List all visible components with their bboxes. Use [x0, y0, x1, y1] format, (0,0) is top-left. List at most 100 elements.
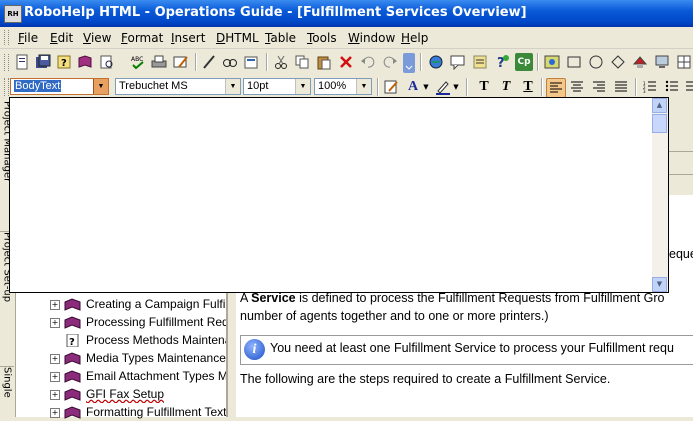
tree-item[interactable]: ? Process Methods Maintenar	[16, 332, 226, 349]
align-center-icon[interactable]	[568, 78, 586, 96]
italic-icon[interactable]: T	[497, 78, 515, 96]
underline-icon[interactable]: T	[519, 78, 537, 96]
style-combo[interactable]: BodyText ▼	[10, 78, 109, 95]
tab-single-source[interactable]: Single	[0, 366, 14, 418]
delete-icon[interactable]	[337, 53, 355, 71]
toolbar-overflow-chevron-icon[interactable]	[403, 53, 415, 73]
image-icon[interactable]	[543, 53, 561, 71]
menu-table[interactable]: Table	[265, 31, 296, 45]
justify-icon[interactable]	[612, 78, 630, 96]
hyperlink-icon[interactable]	[427, 53, 445, 71]
paragraph-service-definition: A Service is defined to process the Fulf…	[240, 291, 665, 305]
book-icon	[64, 352, 81, 365]
menu-grip[interactable]	[4, 30, 9, 45]
align-right-icon[interactable]	[590, 78, 608, 96]
rectangle-icon[interactable]	[565, 53, 583, 71]
menu-file[interactable]: File	[18, 31, 38, 45]
toolbar-grip[interactable]	[4, 54, 9, 71]
chevron-down-icon[interactable]: ▼	[295, 79, 310, 94]
spell-check-icon[interactable]: ABC	[129, 53, 147, 71]
scroll-up-icon[interactable]: ▲	[652, 98, 667, 113]
note-box: i You need at least one Fulfillment Serv…	[240, 335, 693, 365]
svg-text:3: 3	[643, 89, 646, 94]
save-all-icon[interactable]	[34, 53, 52, 71]
help-topic-icon[interactable]: ?	[55, 53, 73, 71]
bullet-list-icon[interactable]	[663, 78, 681, 96]
chevron-down-icon[interactable]: ▼	[93, 79, 108, 94]
app-icon[interactable]: RH	[4, 5, 22, 23]
redo-icon[interactable]	[381, 53, 399, 71]
captivate-icon[interactable]: Cp	[515, 53, 533, 71]
tree-item[interactable]: + Email Attachment Types Mai	[16, 368, 226, 385]
chevron-down-icon[interactable]: ▼	[422, 78, 430, 96]
glossary-icon[interactable]	[471, 53, 489, 71]
expand-icon[interactable]: +	[50, 318, 60, 328]
expand-icon[interactable]: +	[50, 372, 60, 382]
svg-text:?: ?	[61, 58, 67, 69]
menu-format[interactable]: Format	[121, 31, 163, 45]
print-preview-icon[interactable]	[98, 53, 116, 71]
tree-item[interactable]: + Processing Fulfillment Reque	[16, 314, 226, 331]
help-icon[interactable]: ?	[493, 53, 511, 71]
zoom-combo[interactable]: 100% ▼	[314, 78, 372, 95]
polygon-icon[interactable]	[609, 53, 627, 71]
expand-icon[interactable]: +	[50, 354, 60, 364]
pencil-icon[interactable]	[200, 53, 218, 71]
font-size-combo[interactable]: 10pt ▼	[243, 78, 311, 95]
comment-icon[interactable]	[449, 53, 467, 71]
font-combo[interactable]: Trebuchet MS ▼	[115, 78, 241, 95]
hotspot-pencil-icon[interactable]	[172, 53, 190, 71]
new-topic-icon[interactable]	[13, 53, 31, 71]
style-value: BodyText	[14, 80, 62, 92]
styles-icon[interactable]	[382, 78, 400, 96]
style-dropdown-list[interactable]: ▲ ▼	[9, 97, 669, 293]
toolbar-grip[interactable]	[4, 78, 9, 96]
bold-icon[interactable]: T	[475, 78, 493, 96]
numbered-list-icon[interactable]: 123	[641, 78, 659, 96]
menu-view[interactable]: View	[83, 31, 111, 45]
chevron-down-icon[interactable]: ▼	[356, 79, 371, 94]
chevron-down-icon[interactable]: ▼	[452, 78, 460, 96]
menu-insert[interactable]: Insert	[171, 31, 205, 45]
menu-window[interactable]: Window	[348, 31, 395, 45]
hotspot-icon[interactable]	[631, 53, 649, 71]
copy-icon[interactable]	[293, 53, 311, 71]
expand-icon[interactable]: +	[50, 390, 60, 400]
highlight-icon[interactable]	[434, 78, 452, 96]
book-icon	[64, 388, 81, 401]
outdent-icon[interactable]	[685, 78, 693, 96]
book-icon[interactable]	[76, 53, 94, 71]
monitor-icon[interactable]	[653, 53, 671, 71]
ellipse-icon[interactable]	[587, 53, 605, 71]
toolbar-separator	[466, 78, 468, 96]
scroll-down-icon[interactable]: ▼	[652, 277, 667, 292]
book-icon	[64, 406, 81, 419]
tree-item[interactable]: + Formatting Fulfillment Text	[16, 404, 226, 421]
tree-item[interactable]: + GFI Fax Setup	[16, 386, 226, 403]
paste-icon[interactable]	[315, 53, 333, 71]
menu-tools[interactable]: Tools	[307, 31, 337, 45]
clipped-text: eque	[669, 247, 693, 261]
tree-item[interactable]: + Media Types Maintenance	[16, 350, 226, 367]
undo-icon[interactable]	[359, 53, 377, 71]
menu-edit[interactable]: Edit	[50, 31, 73, 45]
find-icon[interactable]	[221, 53, 239, 71]
expand-icon[interactable]: +	[50, 300, 60, 310]
menu-help[interactable]: Help	[401, 31, 428, 45]
dropdown-scrollbar[interactable]: ▲ ▼	[652, 98, 668, 292]
chevron-down-icon[interactable]: ▼	[225, 79, 240, 94]
grid-icon[interactable]	[675, 53, 693, 71]
cut-icon[interactable]	[272, 53, 290, 71]
align-left-icon[interactable]	[546, 78, 566, 98]
info-icon: i	[244, 339, 265, 360]
thesaurus-icon[interactable]	[242, 53, 260, 71]
scroll-thumb[interactable]	[652, 114, 667, 133]
toolbar-separator	[195, 53, 197, 71]
topic-editor[interactable]: A Service is defined to process the Fulf…	[236, 290, 693, 417]
tree-item[interactable]: + Creating a Campaign Fulfillme	[16, 296, 226, 313]
zoom-value: 100%	[318, 80, 347, 92]
menu-dhtml[interactable]: DHTML	[216, 31, 259, 45]
print-icon[interactable]	[150, 53, 168, 71]
font-color-icon[interactable]: A	[404, 78, 422, 96]
toolbar-separator	[541, 78, 543, 96]
